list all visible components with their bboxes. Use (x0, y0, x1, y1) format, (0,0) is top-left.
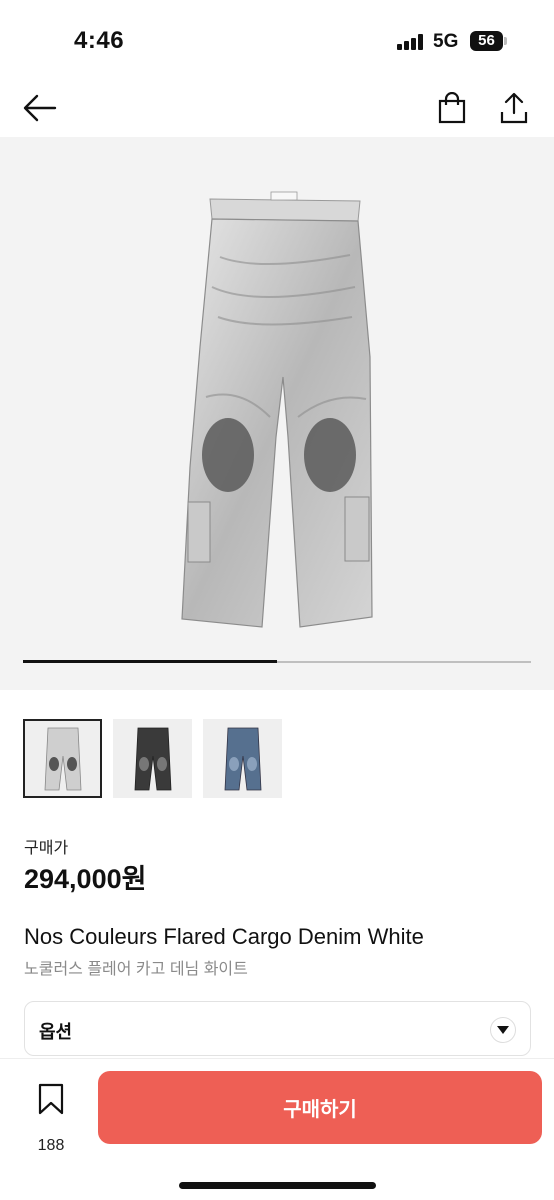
status-time: 4:46 (74, 27, 125, 54)
arrow-left-icon[interactable] (20, 88, 60, 128)
wishlist-button[interactable]: 188 (30, 1083, 72, 1154)
buy-button[interactable]: 구매하기 (98, 1071, 542, 1144)
share-icon[interactable] (494, 88, 534, 128)
thumbnail-white[interactable] (23, 719, 102, 798)
options-select[interactable]: 옵션 (24, 1001, 531, 1056)
price-label: 구매가 (24, 840, 69, 857)
battery-level: 56 (478, 32, 495, 49)
product-title: Nos Couleurs Flared Cargo Denim White (24, 924, 424, 949)
thumbnail-black[interactable] (113, 719, 192, 798)
gallery-progress (23, 660, 531, 663)
bookmark-icon (38, 1083, 64, 1115)
options-label: 옵션 (39, 1022, 73, 1042)
status-bar: 4:46 5G 56 (0, 0, 554, 78)
jeans-image (181, 191, 373, 628)
network-type: 5G (433, 31, 459, 52)
wishlist-count: 188 (37, 1137, 65, 1154)
thumbnail-blue[interactable] (203, 719, 282, 798)
product-image[interactable] (0, 137, 554, 690)
shopping-bag-icon[interactable] (432, 88, 472, 128)
home-indicator (179, 1182, 376, 1189)
product-subtitle: 노쿨러스 플레어 카고 데님 화이트 (24, 961, 248, 978)
nav-bar (0, 78, 554, 136)
price: 294,000원 (24, 864, 147, 894)
gallery-progress-fill (23, 660, 277, 663)
signal-icon (397, 34, 423, 50)
battery-icon: 56 (470, 31, 507, 51)
bottom-bar: 188 구매하기 (0, 1058, 554, 1200)
chevron-down-icon (490, 1017, 516, 1043)
